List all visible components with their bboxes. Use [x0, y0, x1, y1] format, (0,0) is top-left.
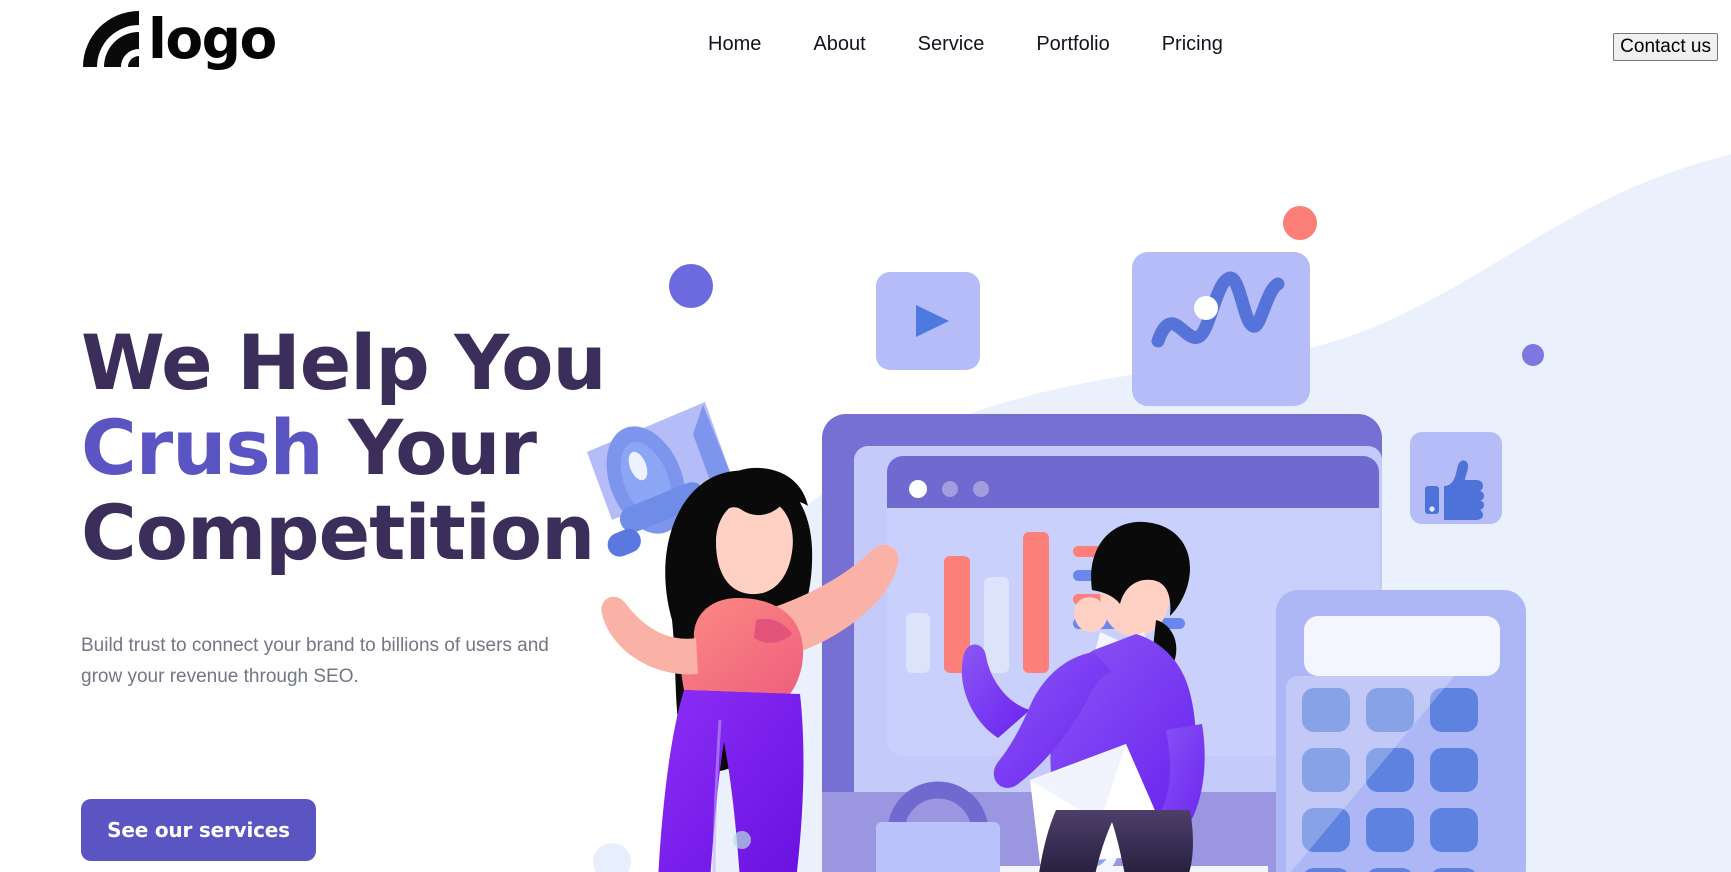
- headline-accent-word: Crush: [81, 403, 324, 493]
- headline-line-3: Competition: [81, 488, 595, 578]
- floating-dot-small-purple: [1522, 344, 1544, 366]
- headline-line-2-rest: Your: [322, 403, 537, 493]
- main-nav: Home About Service Portfolio Pricing: [682, 30, 1249, 58]
- browser-dot-1: [909, 480, 927, 498]
- nav-item-pricing[interactable]: Pricing: [1136, 30, 1249, 58]
- thumbs-up-card: [1410, 432, 1502, 524]
- logo[interactable]: logo: [80, 6, 277, 71]
- hero-subcopy: Build trust to connect your brand to bil…: [81, 635, 549, 688]
- floating-dot-coral: [1283, 206, 1317, 240]
- browser-dot-2: [942, 481, 958, 497]
- floating-dot-purple: [669, 264, 713, 308]
- nav-item-portfolio[interactable]: Portfolio: [1010, 30, 1135, 58]
- logo-text: logo: [148, 6, 277, 71]
- seo-marketing-team-illustration: [560, 80, 1731, 872]
- page-title: We Help You Crush Your Competition: [81, 320, 641, 575]
- site-header: logo Home About Service Portfolio Pricin…: [0, 0, 1731, 86]
- floating-dot-pale: [593, 843, 631, 872]
- calculator: [1276, 590, 1526, 872]
- see-our-services-button[interactable]: See our services: [81, 799, 316, 861]
- nav-item-service[interactable]: Service: [892, 30, 1011, 58]
- signal-waves-logo-icon: [80, 8, 142, 70]
- contact-us-button[interactable]: Contact us: [1613, 33, 1718, 61]
- play-button-card: [876, 272, 980, 370]
- landing-page: logo Home About Service Portfolio Pricin…: [0, 0, 1731, 872]
- nav-item-home[interactable]: Home: [682, 30, 787, 58]
- line-chart-card: [1132, 252, 1310, 406]
- headline-line-1: We Help You: [81, 318, 607, 407]
- browser-dot-3: [973, 481, 989, 497]
- nav-item-about[interactable]: About: [787, 30, 891, 58]
- headline-line-2: Crush Your: [81, 405, 641, 490]
- hero-copy: We Help You Crush Your Competition Build…: [81, 320, 641, 693]
